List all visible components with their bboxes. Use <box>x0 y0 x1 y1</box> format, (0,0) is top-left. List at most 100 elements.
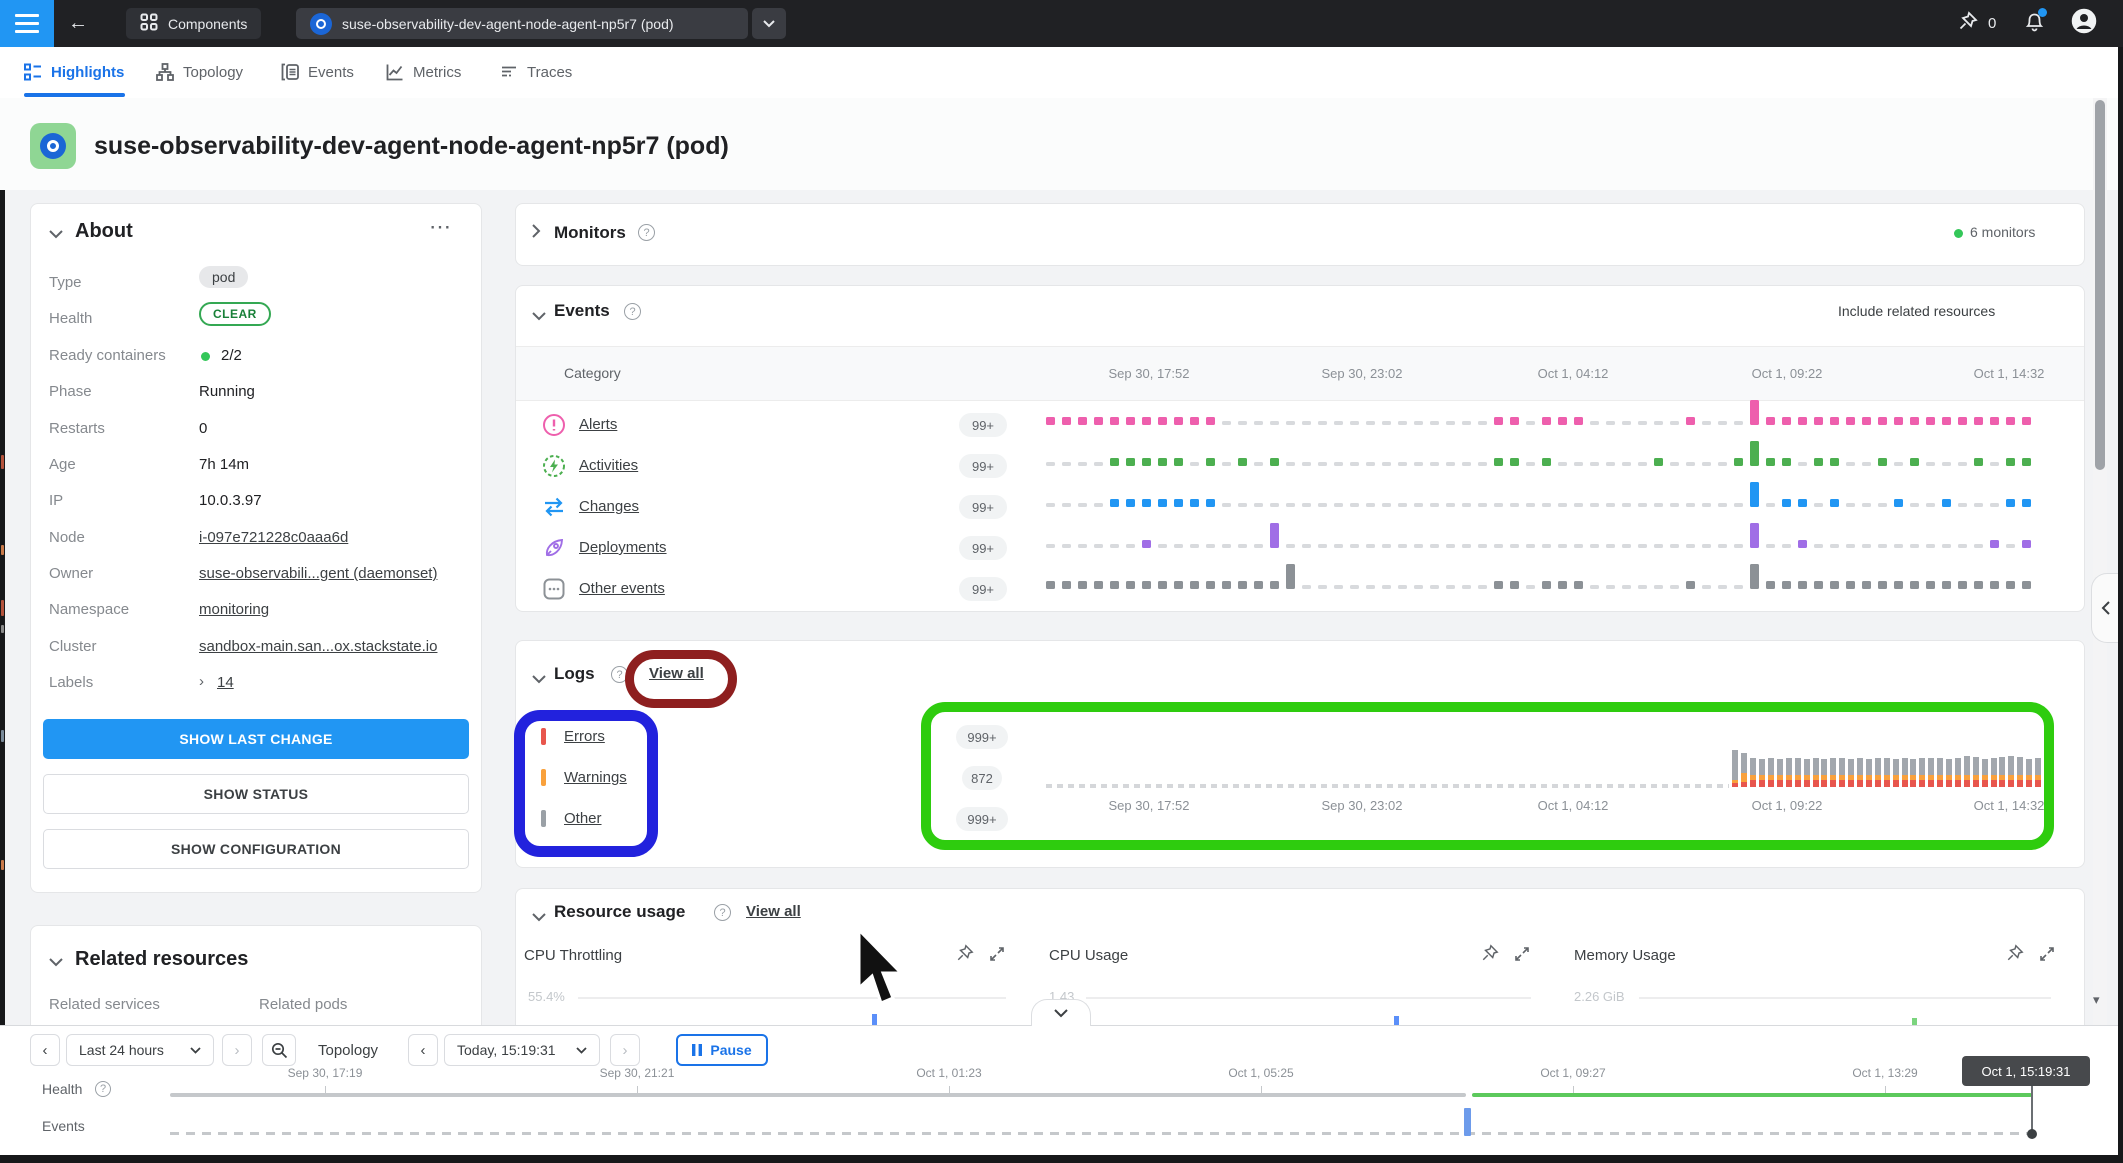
show-status-button[interactable]: SHOW STATUS <box>43 774 469 814</box>
restarts-label: Restarts <box>49 420 105 437</box>
changes-badge: 99+ <box>959 495 1007 519</box>
monitors-card: Monitors ? 6 monitors <box>515 203 2085 266</box>
hamburger-menu-button[interactable] <box>0 0 54 47</box>
phase-value: Running <box>199 383 255 400</box>
tab-events[interactable]: Events <box>281 47 354 97</box>
time-forward-button[interactable]: › <box>222 1034 252 1066</box>
expand-icon[interactable] <box>989 946 1005 967</box>
tab-dropdown-button[interactable] <box>752 8 786 39</box>
cluster-label: Cluster <box>49 638 97 655</box>
tab-topology[interactable]: Topology <box>156 47 243 97</box>
tab-highlights-label: Highlights <box>51 64 124 81</box>
page-tabs-bar: Highlights Topology Events Metrics Trace… <box>0 47 2123 99</box>
resource-help-icon[interactable]: ? <box>714 904 731 921</box>
other-events-link[interactable]: Other events <box>579 580 665 597</box>
timebar-tick: Oct 1, 09:27 <box>1540 1066 1605 1080</box>
pause-button[interactable]: Pause <box>676 1034 768 1066</box>
axis-tick: Oct 1, 09:22 <box>1752 366 1823 381</box>
activities-link[interactable]: Activities <box>579 457 638 474</box>
pin-icon[interactable] <box>956 944 974 967</box>
node-label: Node <box>49 529 85 546</box>
health-label: Health <box>49 310 92 327</box>
about-more-menu[interactable]: ⋯ <box>429 214 451 240</box>
time-range-value: Last 24 hours <box>79 1042 164 1058</box>
logs-collapse-chevron[interactable] <box>532 671 546 688</box>
events-collapse-chevron[interactable] <box>532 308 546 325</box>
related-collapse-chevron[interactable] <box>49 954 63 971</box>
monitors-help-icon[interactable]: ? <box>638 224 655 241</box>
logs-title: Logs <box>554 664 595 684</box>
events-help-icon[interactable]: ? <box>624 303 641 320</box>
right-edge-window-sliver <box>2118 47 2123 1163</box>
owner-link[interactable]: suse-observabili...gent (daemonset) <box>199 565 437 582</box>
gridline <box>1086 997 1531 999</box>
namespace-link[interactable]: monitoring <box>199 601 269 618</box>
resource-view-all-link[interactable]: View all <box>746 903 801 920</box>
show-last-change-button[interactable]: SHOW LAST CHANGE <box>43 719 469 759</box>
changes-link[interactable]: Changes <box>579 498 639 515</box>
changes-icon <box>541 494 567 520</box>
tab-traces[interactable]: Traces <box>500 47 572 97</box>
show-configuration-button[interactable]: SHOW CONFIGURATION <box>43 829 469 869</box>
expand-icon[interactable] <box>2039 946 2055 967</box>
tab-active-component[interactable]: suse-observability-dev-agent-node-agent-… <box>296 8 748 39</box>
playhead-line[interactable] <box>2031 1084 2033 1134</box>
annotation-green-box-log-histogram <box>921 702 2054 850</box>
deployments-link[interactable]: Deployments <box>579 539 667 556</box>
cpu-usage-title: CPU Usage <box>1049 947 1128 964</box>
chevron-down-icon <box>763 20 775 28</box>
time-back-button[interactable]: ‹ <box>30 1034 60 1066</box>
pin-icon[interactable] <box>1958 11 1978 36</box>
side-panel-handle[interactable] <box>2091 573 2118 643</box>
about-collapse-chevron[interactable] <box>49 226 63 243</box>
tab-traces-label: Traces <box>527 64 572 81</box>
notifications-bell-icon[interactable] <box>2024 10 2045 37</box>
resource-usage-card: Resource usage ? View all CPU Throttling… <box>515 888 2085 1025</box>
namespace-label: Namespace <box>49 601 129 618</box>
playhead-back-button[interactable]: ‹ <box>408 1034 438 1066</box>
labels-count-link[interactable]: 14 <box>217 674 234 691</box>
pin-icon[interactable] <box>2006 944 2024 967</box>
alerts-link[interactable]: Alerts <box>579 416 617 433</box>
pin-icon[interactable] <box>1481 944 1499 967</box>
scrollbar-down-arrow[interactable]: ▾ <box>2093 992 2100 1008</box>
time-range-select[interactable]: Last 24 hours <box>66 1034 214 1066</box>
monitors-expand-chevron[interactable] <box>532 224 541 243</box>
pod-component-icon <box>30 123 76 169</box>
chart-bar <box>1394 1016 1399 1025</box>
node-link[interactable]: i-097e721228c0aaa6d <box>199 529 348 546</box>
expand-icon[interactable] <box>1514 946 1530 967</box>
related-resources-title: Related resources <box>75 948 248 971</box>
notification-dot <box>2038 8 2047 17</box>
resource-collapse-chevron[interactable] <box>532 909 546 926</box>
cluster-link[interactable]: sandbox-main.san...ox.stackstate.io <box>199 638 437 655</box>
pause-label: Pause <box>710 1042 751 1058</box>
timeline-collapse-handle[interactable] <box>1031 999 1091 1026</box>
tab-metrics[interactable]: Metrics <box>386 47 461 97</box>
chevron-down-icon <box>576 1047 587 1054</box>
page-title: suse-observability-dev-agent-node-agent-… <box>94 132 729 161</box>
timebar-tick: Oct 1, 13:29 <box>1852 1066 1917 1080</box>
user-avatar-icon[interactable] <box>2071 8 2097 39</box>
zoom-out-button[interactable] <box>262 1034 296 1066</box>
timebar-tick: Sep 30, 21:21 <box>600 1066 675 1080</box>
labels-expand-chevron[interactable]: › <box>199 673 204 690</box>
sparkline-other-events <box>1046 557 2051 589</box>
back-button[interactable]: ← <box>68 10 88 36</box>
sparkline-changes <box>1046 475 2051 507</box>
activities-badge: 99+ <box>959 454 1007 478</box>
axis-tick: Sep 30, 17:52 <box>1109 366 1190 381</box>
health-help-icon[interactable]: ? <box>95 1081 111 1097</box>
main-scrollbar-thumb[interactable] <box>2095 100 2105 470</box>
health-line-gray[interactable] <box>170 1093 1466 1097</box>
current-time-select[interactable]: Today, 15:19:31 <box>444 1034 600 1066</box>
event-burst-bar[interactable] <box>1464 1108 1471 1136</box>
ready-containers-label: Ready containers <box>49 347 166 364</box>
events-timeline-dashed[interactable] <box>170 1132 2032 1135</box>
health-line-green[interactable] <box>1472 1093 2032 1097</box>
related-pods-label: Related pods <box>259 996 347 1013</box>
tab-highlights[interactable]: Highlights <box>24 47 124 97</box>
activities-icon <box>541 453 567 479</box>
tab-components[interactable]: Components <box>126 8 261 39</box>
playhead-forward-button[interactable]: › <box>610 1034 640 1066</box>
